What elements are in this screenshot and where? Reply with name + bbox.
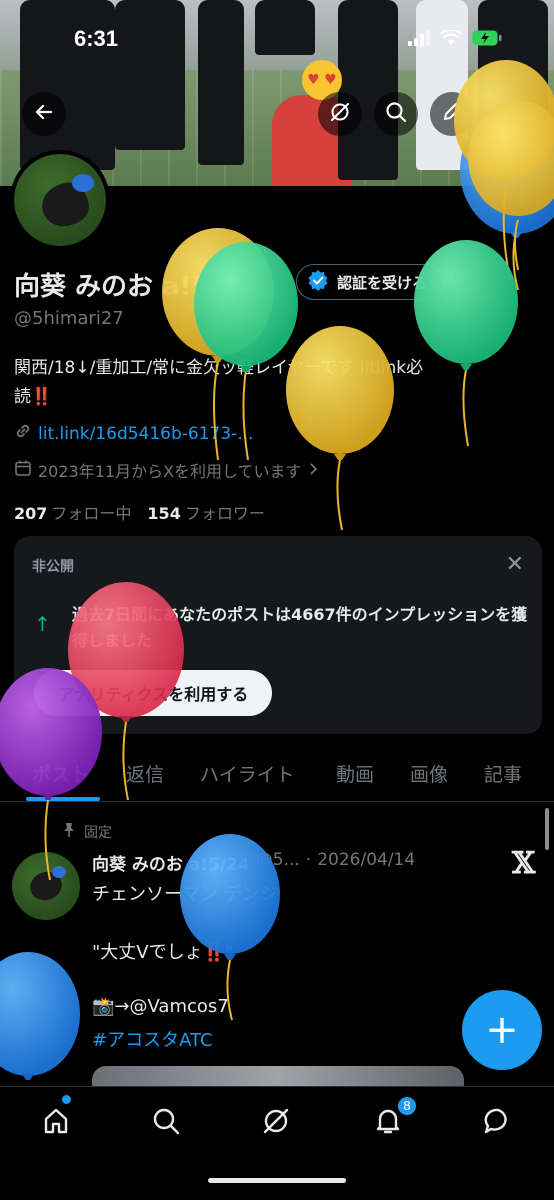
followers-label: フォロワー bbox=[184, 504, 265, 523]
notifications-badge: 8 bbox=[396, 1095, 418, 1117]
pin-icon bbox=[62, 822, 76, 842]
grok-button[interactable] bbox=[318, 92, 362, 136]
bio-line-1: 関西/18↓/重加工/常に金欠ッ軽レイヤーです litlink必 bbox=[14, 358, 424, 378]
chevron-right-icon bbox=[308, 461, 320, 480]
wifi-icon bbox=[439, 28, 463, 50]
link-icon bbox=[14, 422, 32, 445]
search-icon bbox=[385, 101, 407, 127]
tweet-media[interactable] bbox=[92, 1066, 464, 1086]
nav-grok[interactable] bbox=[254, 1101, 298, 1145]
tab-highlights[interactable]: ハイライト bbox=[200, 760, 295, 787]
profile-link[interactable]: lit.link/16d5416b-6173-... bbox=[38, 424, 254, 444]
following-link[interactable]: 207 フォロー中 bbox=[14, 500, 131, 524]
tweet-author-suffix: a!5/24 bbox=[188, 855, 250, 875]
x-logo-icon[interactable]: 𝕏 bbox=[512, 846, 535, 881]
grok-icon bbox=[261, 1106, 291, 1140]
compose-icon: + bbox=[485, 1007, 519, 1053]
tweet-quote-end: " bbox=[225, 942, 234, 963]
profile-link-row[interactable]: lit.link/16d5416b-6173-... bbox=[14, 422, 254, 445]
nav-explore[interactable] bbox=[144, 1101, 188, 1145]
tweet-author-text: 向葵 みのお bbox=[92, 855, 183, 875]
profile-name: 向葵 みのお a!5/24 bbox=[14, 266, 255, 303]
tweet-quote-text: "大丈Vでしょ bbox=[92, 942, 203, 963]
edit-button[interactable] bbox=[430, 92, 474, 136]
tweet-author-name[interactable]: 向葵 みのお a!5/24 bbox=[92, 850, 250, 875]
private-label: 非公開 bbox=[32, 559, 74, 575]
tweet-text-line: チェンソーマン デンジ bbox=[92, 884, 278, 905]
status-icons bbox=[408, 28, 502, 50]
get-verified-button[interactable]: 認証を受ける bbox=[296, 264, 445, 300]
impressions-message: 過去7日間にあなたのポストは4667件のインプレッションを獲得しました bbox=[72, 605, 528, 650]
profile-name-text: 向葵 みのお bbox=[14, 272, 154, 302]
tweet-separator: · bbox=[305, 850, 312, 870]
follow-stats: 207 フォロー中 154 フォロワー bbox=[14, 500, 265, 524]
status-time: 6:31 bbox=[74, 26, 119, 51]
joined-date-row[interactable]: 2023年11月からXを利用しています bbox=[14, 458, 320, 482]
back-button[interactable] bbox=[22, 92, 66, 136]
home-indicator bbox=[208, 1178, 346, 1183]
use-analytics-button[interactable]: アナリティクスを利用する bbox=[34, 670, 273, 716]
following-count: 207 bbox=[14, 504, 48, 523]
verified-icon bbox=[307, 269, 329, 295]
profile-handle: @5himari27 bbox=[14, 308, 124, 329]
back-arrow-icon bbox=[34, 102, 54, 126]
tweet-text-line: "大丈Vでしょ‼️" bbox=[92, 938, 233, 964]
tweet-hashtag[interactable]: #アコスタATC bbox=[92, 1026, 213, 1052]
home-unread-dot bbox=[62, 1095, 71, 1104]
profile-name-suffix: a!5/24 bbox=[162, 272, 256, 302]
joined-date-text: 2023年11月からXを利用しています bbox=[38, 462, 302, 481]
battery-icon bbox=[472, 30, 502, 50]
profile-tabs: ポスト 返信 ハイライト 動画 画像 記事 bbox=[0, 752, 554, 802]
tab-replies[interactable]: 返信 bbox=[126, 760, 164, 787]
get-verified-label: 認証を受ける bbox=[337, 273, 428, 292]
profile-bio: 関西/18↓/重加工/常に金欠ッ軽レイヤーです litlink必 読‼️ bbox=[14, 354, 534, 412]
tweet-double-exclamation: ‼️ bbox=[202, 942, 226, 963]
followers-link[interactable]: 154 フォロワー bbox=[147, 500, 264, 524]
following-label: フォロー中 bbox=[51, 504, 132, 523]
profile-avatar[interactable] bbox=[10, 150, 110, 250]
tab-images[interactable]: 画像 bbox=[410, 760, 448, 787]
edit-icon bbox=[441, 101, 463, 127]
arrow-up-icon: ↑ bbox=[34, 612, 51, 636]
scrollbar[interactable] bbox=[545, 808, 549, 850]
tweet-avatar[interactable] bbox=[12, 852, 80, 920]
bio-line-2: 読 bbox=[14, 387, 31, 407]
status-bar: 6:31 bbox=[0, 0, 554, 84]
search-button[interactable] bbox=[374, 92, 418, 136]
tweet-date: 2026/04/14 bbox=[317, 850, 416, 870]
compose-button[interactable]: + bbox=[462, 990, 542, 1070]
tab-posts[interactable]: ポスト bbox=[32, 760, 89, 787]
followers-count: 154 bbox=[147, 504, 181, 523]
nav-messages[interactable] bbox=[476, 1101, 520, 1145]
grok-icon bbox=[329, 101, 351, 127]
calendar-icon bbox=[14, 459, 32, 481]
pinned-indicator: 固定 bbox=[62, 822, 112, 842]
nav-home[interactable] bbox=[34, 1101, 78, 1145]
signal-icon bbox=[408, 30, 430, 50]
avatar-hair bbox=[52, 866, 66, 878]
home-icon bbox=[41, 1106, 71, 1140]
analytics-card: 非公開 ✕ ↑ 過去7日間にあなたのポストは4667件のインプレッションを獲得し… bbox=[14, 536, 542, 734]
explore-icon bbox=[151, 1106, 181, 1140]
bio-double-exclamation: ‼️ bbox=[31, 387, 53, 407]
tweet-handle: @5... bbox=[255, 850, 300, 870]
tweet-header: 向葵 みのお a!5/24 @5... · 2026/04/14 bbox=[92, 850, 415, 875]
tab-articles[interactable]: 記事 bbox=[484, 760, 522, 787]
pinned-label: 固定 bbox=[84, 825, 112, 841]
active-tab-indicator bbox=[26, 797, 100, 801]
tweet-photo-credit: 📸→@Vamcos7 bbox=[92, 996, 229, 1017]
tab-videos[interactable]: 動画 bbox=[336, 760, 374, 787]
avatar-hair bbox=[72, 174, 94, 192]
balloon-blue bbox=[0, 952, 80, 1080]
close-icon[interactable]: ✕ bbox=[506, 552, 524, 577]
messages-icon bbox=[483, 1106, 513, 1140]
